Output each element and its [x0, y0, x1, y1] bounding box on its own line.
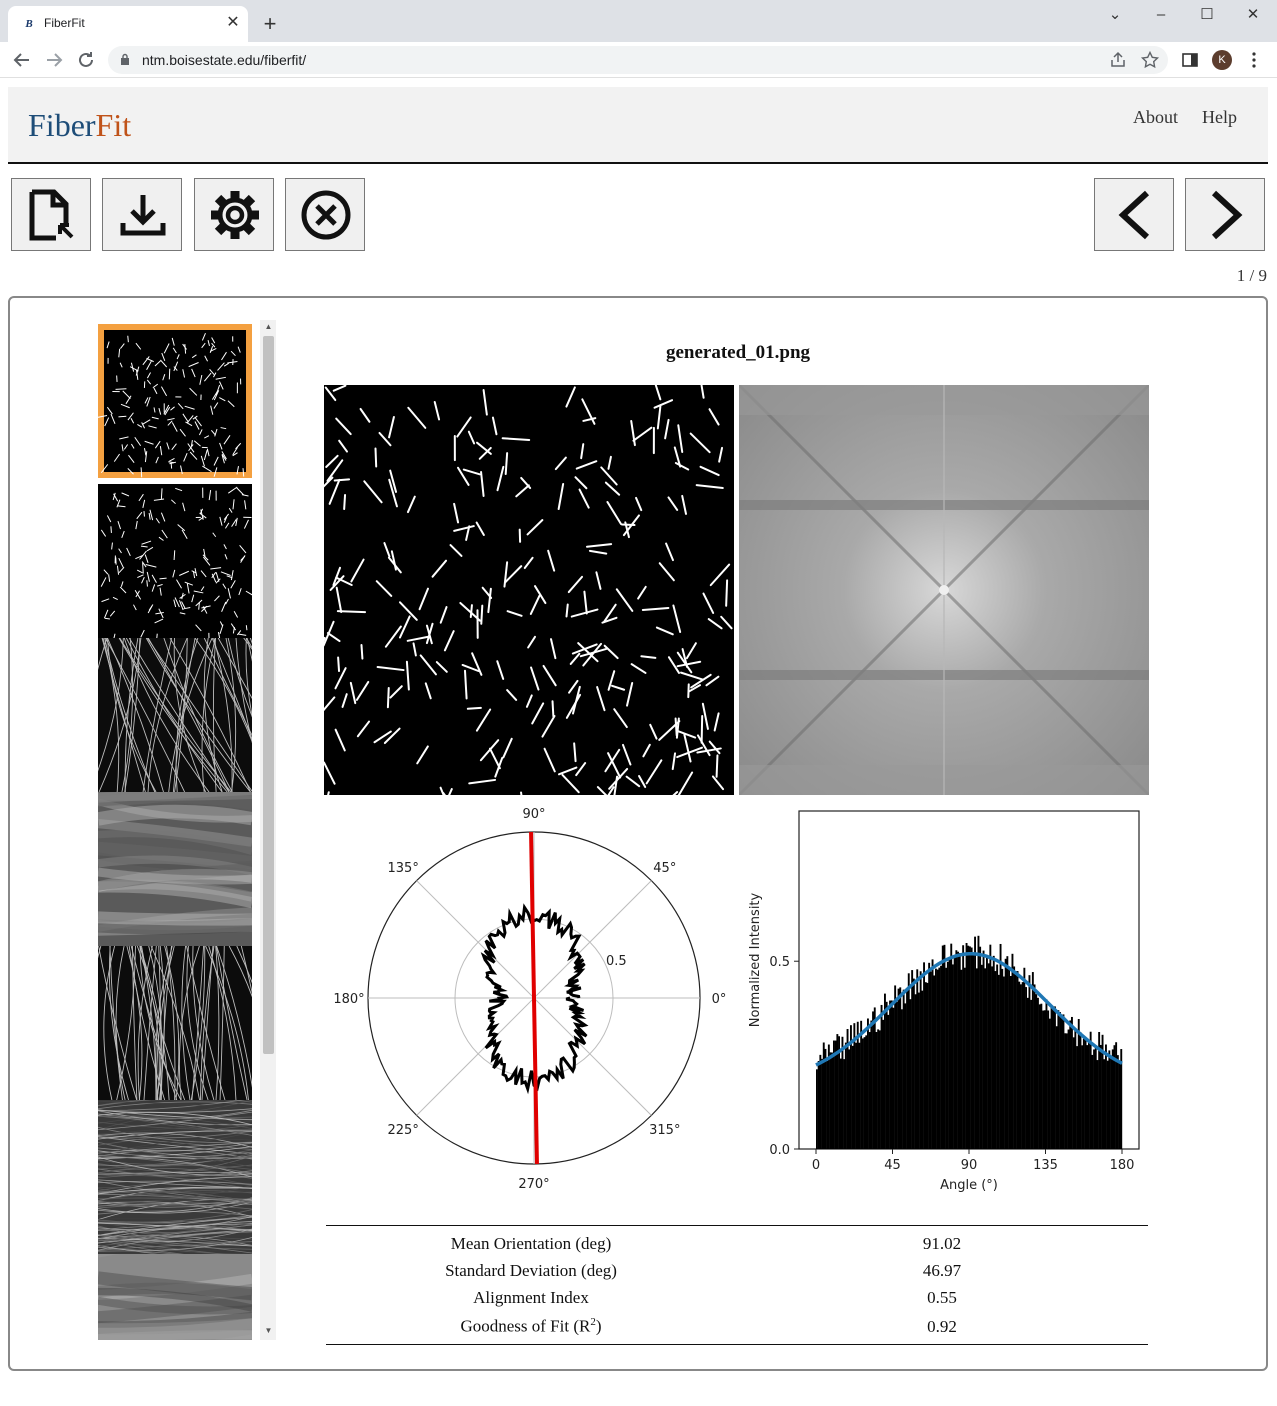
stat-row-alignment: Alignment Index 0.55	[326, 1284, 1148, 1311]
chevron-right-icon	[1211, 190, 1243, 240]
histogram-x-tick: 180	[1110, 1158, 1135, 1173]
histogram-y-tick: 0.0	[769, 1143, 790, 1158]
open-file-button[interactable]	[11, 178, 91, 251]
url-text[interactable]: ntm.boisestate.edu/fiberfit/	[142, 52, 306, 68]
scrollbar-thumb[interactable]	[263, 336, 274, 1054]
orientation-histogram-chart: 0 45 90 135 180 0.0 0.5 Angle (°) Normalized Int…	[748, 810, 1140, 1193]
polar-angle-label: 270°	[518, 1177, 549, 1192]
maximize-icon[interactable]: ☐	[1192, 6, 1222, 24]
polar-angle-label: 315°	[649, 1123, 680, 1138]
stat-value: 91.02	[922, 1233, 962, 1253]
browser-tab[interactable]: B FiberFit ✕	[8, 6, 248, 42]
stat-label-goodness: Goodness of Fit (R2)	[326, 1316, 736, 1337]
omnibox[interactable]: ntm.boisestate.edu/fiberfit/	[108, 46, 1168, 74]
download-button[interactable]	[102, 178, 182, 251]
histogram-y-label: Normalized Intensity	[748, 892, 763, 1027]
tab-close-icon[interactable]: ✕	[224, 14, 242, 32]
thumbnail-list[interactable]	[98, 324, 252, 1340]
thumbnail-tissue-04[interactable]	[98, 792, 252, 946]
histogram-y-tick: 0.5	[769, 955, 790, 970]
histogram-x-tick: 135	[1033, 1158, 1058, 1173]
stat-row-goodness: Goodness of Fit (R2) 0.92	[326, 1311, 1148, 1342]
close-circle-icon	[301, 190, 351, 240]
page-counter: 1 / 9	[1236, 266, 1267, 285]
tab-title: FiberFit	[44, 16, 85, 30]
download-icon	[120, 195, 166, 236]
polar-orientation-chart: 0° 45° 90° 135° 180° 225° 270° 315° 0.5	[333, 807, 727, 1192]
settings-gear-icon	[211, 191, 259, 239]
histogram-x-tick: 0	[812, 1158, 820, 1173]
menu-kebab-icon[interactable]	[1244, 50, 1264, 70]
polar-angle-label: 135°	[388, 861, 419, 876]
tab-search-icon[interactable]: ⌄	[1100, 6, 1130, 24]
thumbnail-fibers-05[interactable]	[98, 946, 252, 1100]
settings-button[interactable]	[194, 178, 274, 251]
stat-label: Mean Orientation (deg)	[450, 1233, 612, 1253]
stat-label: Standard Deviation (deg)	[445, 1260, 617, 1280]
thumbnail-tissue-06[interactable]	[98, 1100, 252, 1254]
share-icon[interactable]	[1108, 50, 1128, 70]
histogram-x-tick: 90	[961, 1158, 978, 1173]
histogram-x-label: Angle (°)	[940, 1178, 998, 1193]
favicon-icon: B	[25, 18, 33, 30]
lock-icon	[121, 53, 129, 65]
page-root: B FiberFit ✕ + ⌄ – ☐ ✕ ntm.boisestate.ed…	[0, 0, 1277, 1406]
window-close-icon[interactable]: ✕	[1238, 6, 1268, 24]
scroll-up-icon[interactable]: ▲	[263, 322, 274, 332]
forward-icon[interactable]	[42, 48, 66, 72]
reload-icon[interactable]	[74, 48, 98, 72]
clear-button[interactable]	[285, 178, 365, 251]
bookmark-star-icon[interactable]	[1140, 50, 1160, 70]
side-panel-icon[interactable]	[1180, 50, 1200, 70]
stat-value: 0.55	[927, 1287, 957, 1307]
stat-label-tail: )	[595, 1316, 602, 1336]
thumbnail-tissue-07[interactable]	[98, 1254, 252, 1340]
image-title: generated_01.png	[665, 342, 811, 363]
histogram-x-tick: 45	[884, 1158, 901, 1173]
profile-avatar[interactable]: K	[1212, 50, 1232, 70]
brand-logo[interactable]: FiberFit	[28, 107, 131, 144]
stat-row-mean: Mean Orientation (deg) 91.02	[326, 1230, 1148, 1257]
stats-table: Mean Orientation (deg) 91.02 Standard De…	[326, 1225, 1148, 1345]
polar-angle-label: 90°	[522, 807, 545, 822]
open-file-icon	[29, 189, 74, 241]
results-panel: ▲ ▼ generated_01.png 0° 45° 90° 135° 180° 225…	[8, 296, 1268, 1371]
brand-part-fiber: Fiber	[28, 107, 96, 143]
stat-value: 46.97	[922, 1260, 962, 1280]
previous-button[interactable]	[1094, 178, 1174, 251]
next-button[interactable]	[1185, 178, 1265, 251]
fiber-image	[324, 385, 734, 795]
minimize-icon[interactable]: –	[1146, 6, 1176, 24]
polar-angle-label: 180°	[333, 992, 364, 1007]
chevron-left-icon	[1118, 190, 1150, 240]
fft-spectrum-image	[739, 385, 1149, 795]
browser-tab-bar: B FiberFit ✕ + ⌄ – ☐ ✕	[0, 0, 1277, 42]
stat-label: Alignment Index	[473, 1287, 589, 1307]
stat-row-std: Standard Deviation (deg) 46.97	[326, 1257, 1148, 1284]
new-tab-icon[interactable]: +	[258, 12, 282, 36]
polar-angle-label: 225°	[388, 1123, 419, 1138]
scroll-down-icon[interactable]: ▼	[263, 1326, 274, 1336]
thumbnail-generated-01[interactable]	[98, 324, 252, 478]
back-icon[interactable]	[10, 48, 34, 72]
thumbnail-fibers-03[interactable]	[98, 638, 252, 792]
brand-part-fit: Fit	[95, 107, 132, 143]
app-header: FiberFit About Help	[8, 87, 1268, 164]
browser-address-bar: ntm.boisestate.edu/fiberfit/ K	[0, 42, 1277, 78]
nav-about-link[interactable]: About	[1133, 107, 1178, 128]
thumbnail-generated-02[interactable]	[98, 484, 252, 638]
nav-help-link[interactable]: Help	[1202, 107, 1237, 128]
polar-angle-label: 0°	[712, 992, 727, 1007]
polar-angle-label: 45°	[653, 861, 676, 876]
polar-radial-tick-label: 0.5	[606, 954, 627, 969]
stat-label-text: Goodness of Fit (R	[460, 1316, 591, 1336]
stat-value: 0.92	[927, 1316, 957, 1336]
